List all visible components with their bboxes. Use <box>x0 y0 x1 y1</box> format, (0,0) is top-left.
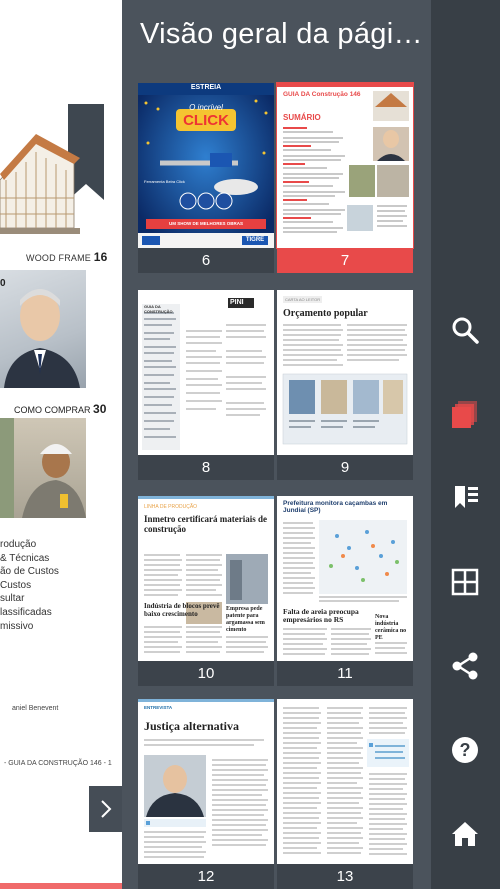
cover-badge: TIGRE <box>245 237 265 243</box>
article-heading: Inmetro certificará materiais de constru… <box>144 514 268 534</box>
bookmark-icon <box>455 486 478 508</box>
next-page-button[interactable] <box>89 786 122 832</box>
page-number-label: 9 <box>277 455 413 480</box>
page-thumbnail-13[interactable]: 13 <box>277 699 413 889</box>
page-preview: CARTA AO LEITOR Orçamento popular <box>277 290 413 455</box>
cover-brand: ESTREIA <box>190 84 222 91</box>
toc-heading: SUMÁRIO <box>283 113 321 122</box>
article-heading: Orçamento popular <box>283 308 368 319</box>
toc-item: missivo <box>0 620 34 632</box>
wood-frame-house-illustration <box>0 134 80 234</box>
partial-page-number: 0 <box>0 278 6 289</box>
section-kicker: LINHA DE PRODUÇÃO <box>144 504 198 510</box>
page-thumbnail-10[interactable]: LINHA DE PRODUÇÃO Inmetro certificará ma… <box>138 496 274 686</box>
search-icon <box>452 317 479 344</box>
article-subheading: Indústria de blocos prevê baixo crescime… <box>144 602 220 618</box>
background-magazine-page[interactable]: WOOD FRAME 16 0 COMO COMPRAR 30 rodução … <box>0 0 122 889</box>
page-preview: ENTREVISTA Justiça alternativa <box>138 699 274 864</box>
page-number-label: 11 <box>277 661 413 686</box>
byline: aniel Benevent <box>12 705 59 712</box>
grid-icon <box>451 568 479 596</box>
page-thumbnail-7[interactable]: GUIA DA Construção 146 SUMÁRIO 7 <box>277 83 413 273</box>
article-heading: Justiça alternativa <box>144 719 239 733</box>
side-toolbar: ? <box>431 0 500 889</box>
article-subheading: Falta de areia preocupa empresários no R… <box>283 607 359 624</box>
home-icon <box>452 822 478 846</box>
article-heading: Prefeitura monitora caçambas em Jundiaí … <box>283 500 388 514</box>
worker-photo <box>0 418 86 518</box>
section-kicker: ENTREVISTA <box>144 705 173 710</box>
page-preview <box>277 699 413 864</box>
toc-item: Custos <box>0 579 32 591</box>
brand-logo: PINI <box>230 299 244 306</box>
toc-item: lassificadas <box>0 606 52 618</box>
page-preview: Prefeitura monitora caçambas em Jundiaí … <box>277 496 413 661</box>
share-icon <box>452 652 478 680</box>
page-thumbnail-11[interactable]: Prefeitura monitora caçambas em Jundiaí … <box>277 496 413 686</box>
chevron-right-icon <box>100 800 111 818</box>
article-side-heading: Nova indústria cerâmica no PE <box>375 614 407 641</box>
app-root: WOOD FRAME 16 0 COMO COMPRAR 30 rodução … <box>0 0 500 889</box>
page-edge <box>0 883 122 889</box>
home-button[interactable] <box>449 818 481 850</box>
page-number-label: 10 <box>138 661 274 686</box>
page-overview-button[interactable] <box>449 398 481 430</box>
share-button[interactable] <box>449 650 481 682</box>
toc-item: & Técnicas <box>0 552 50 564</box>
background-toc-list: rodução & Técnicas ão de Custos Custos s… <box>0 538 59 633</box>
panel-title: Visão geral da pági… <box>140 18 423 50</box>
cover-headline-top: O incrível <box>189 103 223 112</box>
bookmarks-button[interactable] <box>449 482 481 514</box>
page-number-label: 13 <box>277 864 413 889</box>
cover-sub: Ferramenta Beira Click <box>144 179 185 184</box>
page-thumbnail-9[interactable]: CARTA AO LEITOR Orçamento popular 9 <box>277 290 413 480</box>
expediente-heading: GUIA DA CONSTRUÇÃO <box>144 304 173 314</box>
toc-item: ão de Custos <box>0 566 59 578</box>
interviewee-photo <box>0 270 86 388</box>
page-number-label: 8 <box>138 455 274 480</box>
svg-text:?: ? <box>460 740 471 760</box>
page-preview: PINI GUIA DA CONSTRUÇÃO <box>138 290 274 455</box>
page-thumbnail-12[interactable]: ENTREVISTA Justiça alternativa 12 <box>138 699 274 889</box>
grid-view-button[interactable] <box>449 566 481 598</box>
page-preview: ESTREIA O incrível CLICK Ferramenta Beir… <box>138 83 274 248</box>
cover-banner: UM SHOW DE MELHORES OBRAS <box>168 221 243 226</box>
toc-masthead: GUIA DA Construção 146 <box>283 91 361 98</box>
page-thumbnail-8[interactable]: PINI GUIA DA CONSTRUÇÃO 8 <box>138 290 274 480</box>
page-preview: LINHA DE PRODUÇÃO Inmetro certificará ma… <box>138 496 274 661</box>
article-side-heading: Empresa pede patente para argamassa sem … <box>226 606 265 633</box>
page-thumbnail-6[interactable]: ESTREIA O incrível CLICK Ferramenta Beir… <box>138 83 274 273</box>
page-preview: GUIA DA Construção 146 SUMÁRIO <box>277 83 413 248</box>
section-kicker: CARTA AO LEITOR <box>283 296 323 303</box>
toc-item: sultar <box>0 593 25 605</box>
page-number-label: 12 <box>138 864 274 889</box>
cover-headline: CLICK <box>183 112 229 129</box>
page-number-label: 7 <box>277 248 413 273</box>
help-icon: ? <box>452 737 478 763</box>
search-button[interactable] <box>449 314 481 346</box>
page-number-label: 6 <box>138 248 274 273</box>
pages-icon <box>452 401 477 428</box>
help-button[interactable]: ? <box>449 734 481 766</box>
toc-item: rodução <box>0 539 37 550</box>
wood-frame-label: WOOD FRAME 16 <box>26 250 108 264</box>
como-comprar-label: COMO COMPRAR 30 <box>14 402 107 416</box>
page-footer: - GUIA DA CONSTRUÇÃO 146 - 1 <box>4 760 112 767</box>
page-overview-panel: Visão geral da pági… ESTREIA O incrível … <box>122 0 431 889</box>
